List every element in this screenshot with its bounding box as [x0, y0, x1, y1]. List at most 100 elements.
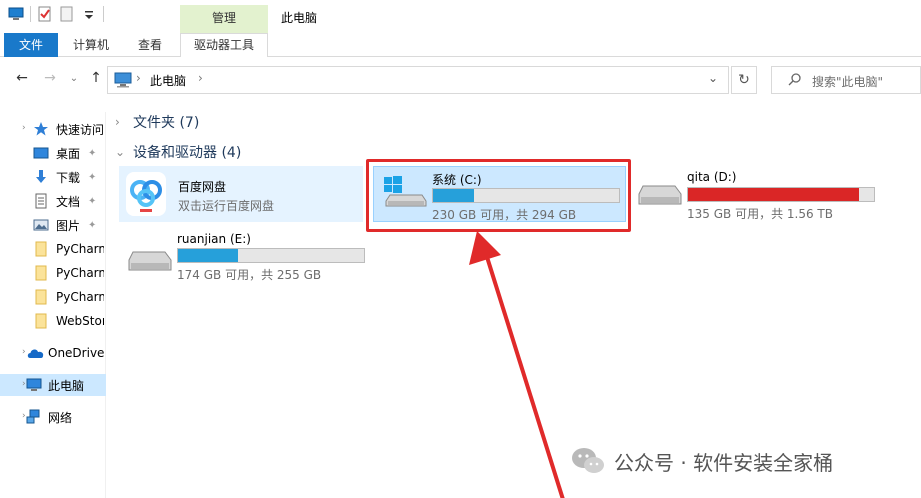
back-arrow-icon[interactable]: ←: [14, 70, 30, 86]
watermark-text: 公众号 · 软件安装全家桶: [614, 450, 834, 475]
ribbon-tabs: 文件 计算机 查看 驱动器工具: [0, 33, 921, 57]
title-bar: 管理 此电脑: [0, 0, 921, 33]
sidebar-item-label: 下载: [56, 170, 81, 185]
drive-e-usage-fill: [178, 249, 238, 262]
watermark: 公众号 · 软件安装全家桶: [570, 446, 833, 476]
pin-icon[interactable]: ✦: [88, 148, 96, 159]
pin-icon[interactable]: ✦: [88, 172, 96, 183]
sidebar-item-label: WebStorm: [56, 314, 104, 328]
network-icon: [26, 409, 42, 425]
chevron-right-icon[interactable]: ›: [115, 115, 125, 129]
baidu-netdisk-icon: [126, 172, 166, 219]
desktop-icon: [33, 145, 49, 161]
search-icon: [788, 72, 802, 89]
sidebar-item-quick-access[interactable]: › 快速访问: [0, 118, 106, 140]
sidebar-item-onedrive[interactable]: › OneDrive: [0, 342, 106, 364]
baidu-netdisk-subtitle: 双击运行百度网盘: [178, 199, 275, 213]
toolbar-divider: [103, 6, 104, 22]
sidebar-item-webstorm[interactable]: WebStorm: [0, 310, 106, 332]
computer-icon[interactable]: [8, 6, 24, 22]
chevron-down-icon[interactable]: ⌄: [115, 145, 125, 159]
annotation-arrow-icon: [469, 231, 565, 498]
wechat-icon: [570, 446, 606, 476]
sidebar-item-label: 文档: [56, 194, 81, 209]
navigation-bar: ← → ⌄ ↑ › 此电脑 › ⌄ ↻ 搜索"此电脑": [0, 62, 921, 98]
refresh-button[interactable]: ↻: [731, 66, 757, 94]
cloud-icon: [26, 345, 46, 361]
breadcrumb-separator-icon[interactable]: ›: [136, 71, 141, 85]
address-bar[interactable]: › 此电脑 › ⌄: [107, 66, 729, 94]
drive-e-name: ruanjian (E:): [177, 232, 251, 246]
tab-manage[interactable]: 管理: [180, 5, 268, 33]
baidu-netdisk-name: 百度网盘: [178, 180, 227, 194]
drive-e-info: 174 GB 可用，共 255 GB: [177, 268, 322, 282]
tab-computer[interactable]: 计算机: [73, 33, 109, 57]
drive-icon: [127, 248, 173, 274]
properties-icon[interactable]: [37, 6, 53, 22]
computer-icon: [114, 72, 132, 91]
sidebar-item-documents[interactable]: 文档 ✦: [0, 190, 106, 212]
sidebar-item-pycharm-2[interactable]: PyCharm: [0, 262, 106, 284]
group-header-folders[interactable]: › 文件夹 (7): [115, 112, 199, 132]
sidebar-item-label: PyCharm: [56, 266, 104, 280]
sidebar-item-network[interactable]: › 网络: [0, 406, 106, 428]
up-arrow-icon[interactable]: ↑: [88, 70, 104, 86]
sidebar-item-label: PyCharm: [56, 290, 104, 304]
breadcrumb-this-pc[interactable]: 此电脑: [150, 72, 186, 89]
group-header-devices[interactable]: ⌄ 设备和驱动器 (4): [115, 142, 241, 162]
tab-drive-tools[interactable]: 驱动器工具: [180, 33, 268, 57]
drive-icon: [637, 182, 683, 208]
document-icon: [33, 193, 49, 209]
picture-icon: [33, 217, 49, 233]
folder-icon: [33, 313, 49, 329]
star-icon: [33, 121, 49, 137]
chevron-down-icon[interactable]: ⌄: [708, 71, 718, 85]
devices-header-label: 设备和驱动器 (4): [133, 145, 242, 161]
search-input[interactable]: 搜索"此电脑": [771, 66, 921, 94]
sidebar-item-label: PyCharm: [56, 242, 104, 256]
new-folder-icon[interactable]: [59, 6, 75, 22]
drive-d-usage-bar: [687, 187, 875, 202]
window-title: 此电脑: [281, 11, 318, 25]
quick-access-toolbar: [8, 6, 104, 22]
baidu-netdisk-item[interactable]: 百度网盘 双击运行百度网盘: [119, 166, 363, 222]
breadcrumb-separator-icon[interactable]: ›: [198, 71, 203, 85]
folder-icon: [33, 289, 49, 305]
tab-file[interactable]: 文件: [4, 33, 58, 57]
sidebar-item-label: 图片: [56, 218, 81, 233]
computer-icon: [26, 377, 42, 393]
sidebar-item-pycharm-1[interactable]: PyCharm: [0, 238, 106, 260]
folder-icon: [33, 265, 49, 281]
sidebar-item-label: 此电脑: [48, 378, 85, 393]
folders-header-label: 文件夹 (7): [133, 115, 200, 131]
pin-icon[interactable]: ✦: [88, 220, 96, 231]
chevron-right-icon[interactable]: ›: [22, 123, 26, 133]
forward-arrow-icon[interactable]: →: [42, 70, 58, 86]
sidebar-item-label: OneDrive: [48, 346, 105, 360]
sidebar-item-pictures[interactable]: 图片 ✦: [0, 214, 106, 236]
search-placeholder: 搜索"此电脑": [812, 75, 884, 89]
navigation-pane: › 快速访问 桌面 ✦ 下载 ✦ 文档 ✦ 图片 ✦ PyCharm PyCha…: [0, 112, 106, 498]
sidebar-item-this-pc[interactable]: › 此电脑: [0, 374, 106, 396]
content-pane: › 文件夹 (7) ⌄ 设备和驱动器 (4) 百度网盘 双击运行百度网盘 系统 …: [107, 100, 921, 498]
sidebar-item-downloads[interactable]: 下载 ✦: [0, 166, 106, 188]
drive-d-name: qita (D:): [687, 170, 737, 184]
annotation-highlight-box: [366, 159, 631, 232]
customize-toolbar-icon[interactable]: [81, 6, 97, 22]
sidebar-item-pycharm-3[interactable]: PyCharm: [0, 286, 106, 308]
drive-d-item[interactable]: qita (D:) 135 GB 可用，共 1.56 TB: [629, 166, 879, 222]
refresh-icon: ↻: [738, 72, 750, 88]
drive-e-item[interactable]: ruanjian (E:) 174 GB 可用，共 255 GB: [119, 228, 369, 284]
drive-d-usage-fill: [688, 188, 860, 201]
tab-view[interactable]: 查看: [138, 33, 162, 57]
sidebar-item-desktop[interactable]: 桌面 ✦: [0, 142, 106, 164]
sidebar-item-label: 桌面: [56, 146, 81, 161]
folder-icon: [33, 241, 49, 257]
recent-locations-icon[interactable]: ⌄: [66, 73, 82, 84]
toolbar-divider: [30, 6, 31, 22]
download-icon: [33, 169, 49, 185]
sidebar-item-label: 网络: [48, 410, 73, 425]
drive-d-info: 135 GB 可用，共 1.56 TB: [687, 207, 833, 221]
sidebar-item-label: 快速访问: [56, 122, 104, 137]
pin-icon[interactable]: ✦: [88, 196, 96, 207]
